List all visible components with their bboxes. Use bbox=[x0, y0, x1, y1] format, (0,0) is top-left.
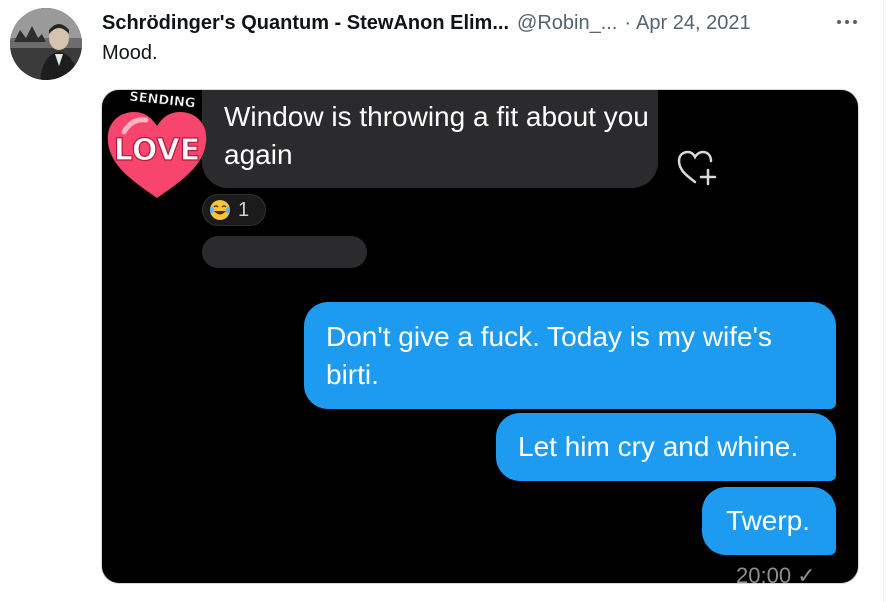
outgoing-message-text: Twerp. bbox=[726, 505, 811, 536]
outgoing-message-bubble: Don't give a fuck. Today is my wife's bi… bbox=[304, 302, 836, 409]
author-handle[interactable]: @Robin_... bbox=[517, 12, 617, 35]
divider bbox=[883, 0, 884, 602]
outgoing-message-text: Let him cry and whine. bbox=[518, 431, 799, 462]
outgoing-message-bubble: Twerp. bbox=[702, 487, 836, 555]
outgoing-message-text: Don't give a fuck. Today is my wife's bi… bbox=[326, 321, 772, 390]
incoming-message-text: Window is throwing a fit about you again bbox=[224, 101, 649, 170]
outgoing-message-bubble: Let him cry and whine. bbox=[496, 413, 836, 481]
incoming-message-bubble: Window is throwing a fit about you again bbox=[202, 90, 658, 188]
more-icon[interactable] bbox=[832, 10, 862, 34]
message-timestamp: 20:00 ✓ bbox=[736, 563, 816, 584]
heart-add-icon[interactable] bbox=[675, 148, 719, 188]
tweet-text: Mood. bbox=[102, 42, 158, 64]
sticker-top-text: SENDING bbox=[129, 90, 197, 111]
redacted-bar bbox=[202, 236, 367, 268]
tweet-date[interactable]: Apr 24, 2021 bbox=[636, 12, 751, 35]
sticker-main-text: LOVE bbox=[114, 133, 200, 168]
avatar[interactable] bbox=[10, 8, 82, 80]
reaction-badge[interactable]: 1 bbox=[202, 194, 266, 226]
tweet-header: Schrödinger's Quantum - StewAnon Elim...… bbox=[102, 9, 854, 37]
tweet-media[interactable]: Window is throwing a fit about you again… bbox=[101, 89, 859, 584]
sticker-heart-icon: LOVE SENDING bbox=[107, 90, 207, 198]
author-name[interactable]: Schrödinger's Quantum - StewAnon Elim... bbox=[102, 12, 509, 35]
reaction-count: 1 bbox=[238, 198, 250, 221]
header-separator: · bbox=[624, 11, 632, 34]
laughing-emoji-icon bbox=[210, 200, 230, 220]
tweet: Schrödinger's Quantum - StewAnon Elim...… bbox=[0, 0, 888, 602]
